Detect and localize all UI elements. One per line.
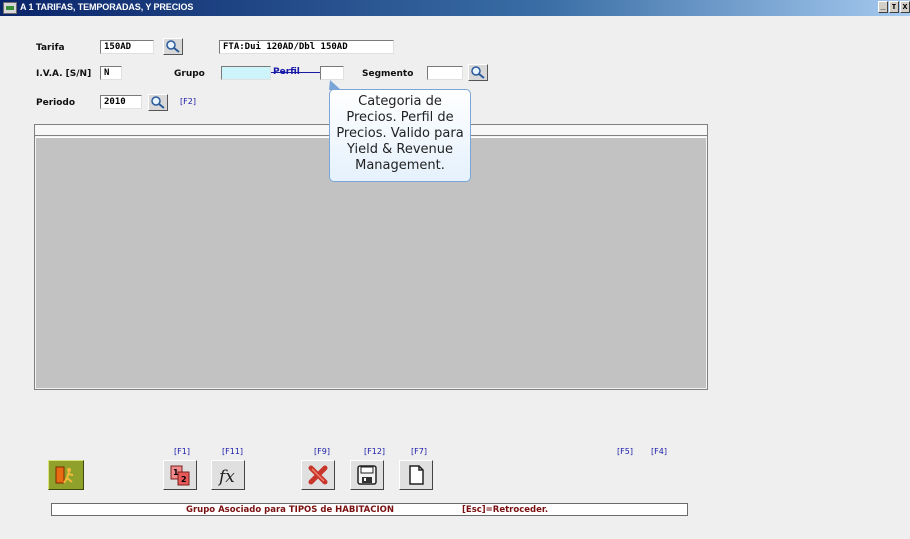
tooltip-line: Precios. Perfil de — [346, 110, 454, 125]
search-icon — [471, 66, 485, 79]
f7-label: [F7] — [411, 447, 427, 456]
search-icon — [151, 96, 165, 109]
f12-label: [F12] — [364, 447, 386, 456]
tooltip-line: Precios. Valido para — [336, 126, 464, 141]
delete-button[interactable] — [301, 460, 335, 490]
periodo-label: Periodo — [36, 98, 76, 108]
f9-label: [F9] — [314, 447, 330, 456]
segmento-field[interactable] — [427, 66, 463, 80]
f1-label: [F1] — [174, 447, 190, 456]
f5-label: [F5] — [617, 447, 633, 456]
periodo-lookup-button[interactable] — [148, 94, 168, 111]
tarifa-label: Tarifa — [36, 43, 65, 53]
delete-x-icon — [308, 465, 328, 485]
f4-label: [F4] — [651, 447, 667, 456]
svg-text:2: 2 — [181, 475, 187, 484]
formula-button[interactable]: fx — [211, 460, 245, 490]
grupo-label: Grupo — [174, 69, 205, 79]
iva-field[interactable]: N — [100, 66, 122, 80]
grupo-field[interactable] — [221, 66, 271, 80]
segmento-lookup-button[interactable] — [468, 64, 488, 81]
restore-button[interactable]: т — [889, 1, 899, 13]
search-icon — [166, 40, 180, 53]
tarifa-field[interactable]: 150AD — [100, 40, 154, 54]
f11-label: [F11] — [222, 447, 244, 456]
numbered-pages-icon: 1 2 — [170, 465, 190, 486]
tarifa-lookup-button[interactable] — [163, 38, 183, 55]
sequence-button[interactable]: 1 2 — [163, 460, 197, 490]
periodo-fkey-hint: [F2] — [180, 97, 196, 106]
window-title: A 1 TARIFAS, TEMPORADAS, Y PRECIOS — [20, 2, 194, 12]
window-controls: _ т x — [877, 1, 910, 13]
tooltip-line: Categoria de — [358, 94, 442, 109]
floppy-disk-icon — [357, 465, 377, 485]
save-button[interactable] — [350, 460, 384, 490]
svg-text:1: 1 — [173, 468, 179, 477]
tooltip-line: Management. — [355, 158, 445, 173]
app-icon — [3, 2, 17, 14]
title-bar: A 1 TARIFAS, TEMPORADAS, Y PRECIOS _ т x — [0, 0, 910, 16]
new-document-button[interactable] — [399, 460, 433, 490]
close-button[interactable]: x — [900, 1, 910, 13]
svg-text:fx: fx — [217, 467, 235, 486]
iva-label: I.V.A. [S/N] — [36, 69, 92, 79]
perfil-field[interactable] — [320, 66, 344, 80]
minimize-button[interactable]: _ — [878, 1, 888, 13]
perfil-tooltip: Categoria de Precios. Perfil de Precios.… — [329, 80, 471, 182]
segmento-label: Segmento — [362, 69, 414, 79]
tarifa-description-field[interactable]: FTA:Dui 120AD/Dbl 150AD — [219, 40, 394, 54]
periodo-field[interactable]: 2010 — [100, 95, 142, 109]
status-escape-hint: [Esc]=Retroceder. — [462, 505, 549, 515]
tooltip-line: Yield & Revenue — [347, 142, 453, 157]
exit-button[interactable] — [48, 460, 84, 490]
focus-connector-line — [271, 72, 321, 73]
status-bar: Grupo Asociado para TIPOS de HABITACION … — [51, 503, 688, 516]
blank-page-icon — [409, 465, 424, 485]
function-fx-icon: fx — [217, 467, 235, 486]
status-message: Grupo Asociado para TIPOS de HABITACION — [186, 505, 394, 515]
exit-icon — [55, 466, 74, 484]
